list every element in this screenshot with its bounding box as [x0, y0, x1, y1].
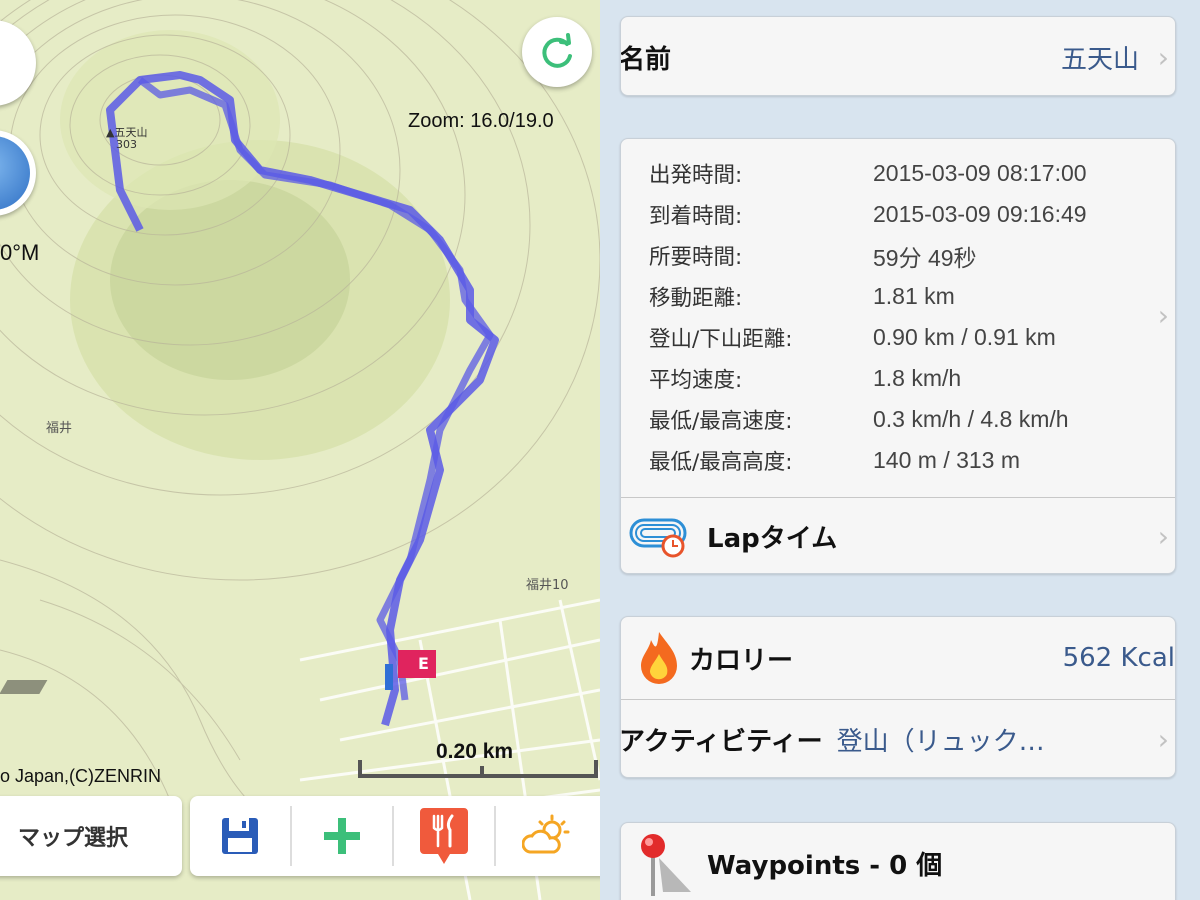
pushpin-icon	[641, 834, 691, 896]
map-select-label: マップ選択	[18, 826, 129, 851]
stat-value: 1.81 km	[873, 283, 955, 309]
stat-row: 出発時間: 2015-03-09 08:17:00	[649, 153, 1175, 194]
refresh-button[interactable]	[522, 17, 592, 87]
name-row[interactable]: 名前 五天山 ›	[620, 17, 1175, 95]
peak-elevation-label: 303	[116, 138, 137, 151]
stat-row: 最低/最高高度: 140 m / 313 m	[649, 440, 1175, 481]
restaurant-icon	[420, 808, 468, 864]
waypoints-card[interactable]: Waypoints - 0 個	[620, 822, 1176, 900]
add-button[interactable]	[292, 806, 394, 866]
waypoints-row[interactable]: Waypoints - 0 個	[621, 823, 1175, 900]
stat-value: 2015-03-09 09:16:49	[873, 201, 1087, 227]
stat-row: 登山/下山距離: 0.90 km / 0.91 km	[649, 317, 1175, 358]
stat-value: 2015-03-09 08:17:00	[873, 160, 1087, 186]
activity-value: 登山（リュック…	[836, 726, 1045, 757]
compass-icon	[0, 136, 30, 210]
calorie-row: カロリー 562 Kcal	[621, 617, 1175, 699]
weather-icon	[522, 814, 570, 854]
activity-row[interactable]: アクティビティー 登山（リュック… ›	[620, 700, 1175, 777]
stat-value: 1.8 km/h	[873, 365, 962, 391]
map-view[interactable]: E ▲五天山 303 福井 福井10 0°M Zoom: 16.0/19.0 o…	[0, 0, 600, 900]
heading-label: 0°M	[0, 240, 40, 265]
calorie-activity-card: カロリー 562 Kcal アクティビティー 登山（リュック… ›	[620, 616, 1176, 778]
add-icon	[324, 818, 360, 854]
calorie-label: カロリー	[689, 645, 794, 676]
lap-track-icon	[629, 518, 687, 558]
stat-row: 移動距離: 1.81 km	[649, 276, 1175, 317]
stats-table: 出発時間: 2015-03-09 08:17:00 到着時間: 2015-03-09…	[621, 139, 1175, 489]
refresh-icon	[542, 33, 572, 68]
lap-time-label: Lapタイム	[707, 523, 838, 554]
weather-button[interactable]	[496, 806, 598, 866]
stat-label: 出発時間:	[649, 163, 743, 188]
calorie-value: 562 Kcal	[1062, 643, 1175, 673]
stat-row: 所要時間: 59分 49秒	[649, 235, 1175, 276]
place-label-fukui: 福井	[46, 421, 73, 436]
name-label: 名前	[620, 44, 672, 75]
stat-value: 0.3 km/h / 4.8 km/h	[873, 406, 1069, 432]
waypoints-label: Waypoints - 0 個	[707, 850, 943, 881]
zoom-level-label: Zoom: 16.0/19.0	[408, 110, 554, 132]
name-value: 五天山	[1060, 44, 1139, 75]
activity-label: アクティビティー	[620, 726, 823, 757]
stat-label: 登山/下山距離:	[649, 327, 793, 352]
save-button[interactable]	[190, 806, 292, 866]
stat-row: 到着時間: 2015-03-09 09:16:49	[649, 194, 1175, 235]
stat-label: 最低/最高高度:	[649, 450, 793, 475]
stats-card: 出発時間: 2015-03-09 08:17:00 到着時間: 2015-03-09…	[620, 138, 1176, 574]
save-icon	[222, 818, 258, 854]
stat-label: 平均速度:	[649, 368, 743, 393]
chevron-right-icon: ›	[1157, 40, 1169, 74]
stat-label: 到着時間:	[649, 204, 743, 229]
chevron-right-icon: ›	[1157, 722, 1169, 756]
stat-value: 140 m / 313 m	[873, 447, 1021, 473]
stat-label: 移動距離:	[649, 286, 743, 311]
chevron-right-icon: ›	[1157, 299, 1169, 332]
chevron-right-icon: ›	[1157, 519, 1169, 553]
stat-row: 平均速度: 1.8 km/h	[649, 358, 1175, 399]
scale-bar	[358, 760, 598, 778]
map-toolbar	[190, 796, 600, 876]
map-select-button[interactable]: マップ選択	[0, 796, 182, 876]
stat-row: 最低/最高速度: 0.3 km/h / 4.8 km/h	[649, 399, 1175, 440]
restaurant-button[interactable]	[394, 806, 496, 866]
map-copyright: o Japan,(C)ZENRIN	[0, 766, 162, 786]
flame-icon	[641, 632, 677, 684]
track-detail-panel: 名前 五天山 › 出発時間: 2015-03-09 08:17:00 到着時間: 2…	[600, 0, 1200, 900]
name-card[interactable]: 名前 五天山 ›	[620, 16, 1176, 96]
stat-value: 59分 49秒	[873, 244, 977, 271]
stat-value: 0.90 km / 0.91 km	[873, 324, 1056, 350]
place-label-fukui10: 福井10	[526, 578, 569, 593]
stat-label: 最低/最高速度:	[649, 409, 793, 434]
end-marker-label: E	[418, 654, 429, 673]
stat-label: 所要時間:	[649, 245, 743, 270]
stats-section[interactable]: 出発時間: 2015-03-09 08:17:00 到着時間: 2015-03-09…	[621, 139, 1175, 497]
lap-time-row[interactable]: Lapタイム ›	[621, 498, 1175, 573]
